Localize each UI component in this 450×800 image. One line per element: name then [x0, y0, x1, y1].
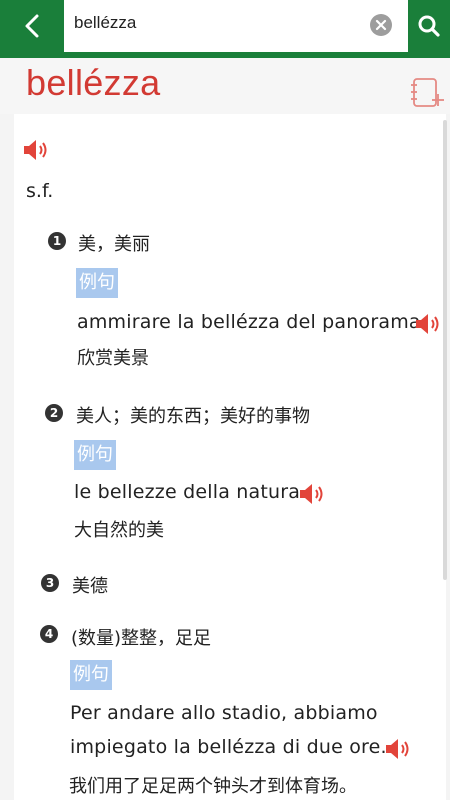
example-translation: 大自然的美 — [74, 520, 164, 541]
example-italian-line2: impiegato la bellézza di due ore. — [70, 736, 387, 758]
example-label: 例句 — [76, 268, 118, 298]
clear-search-button[interactable] — [370, 14, 392, 36]
speaker-icon — [300, 484, 323, 504]
sense-number: 1 — [48, 232, 66, 250]
example-label: 例句 — [70, 660, 112, 690]
example-translation: 欣赏美景 — [77, 348, 149, 369]
search-box — [64, 0, 408, 52]
add-to-notebook-icon — [411, 78, 444, 107]
top-bar — [0, 0, 450, 58]
sense-number: 4 — [40, 625, 58, 643]
example-label: 例句 — [74, 440, 116, 470]
sense-number: 3 — [41, 574, 59, 592]
search-input[interactable] — [74, 0, 364, 46]
sense-meaning: 美，美丽 — [78, 234, 150, 255]
part-of-speech: s.f. — [26, 180, 54, 202]
example-translation: 我们用了足足两个钟头才到体育场。 — [69, 776, 357, 797]
back-button[interactable] — [0, 0, 64, 52]
add-to-notebook-button[interactable] — [410, 76, 446, 110]
speaker-icon — [416, 314, 439, 334]
sense-meaning: (数量)整整，足足 — [71, 628, 212, 649]
search-button[interactable] — [408, 0, 450, 52]
scrollbar[interactable] — [443, 120, 447, 580]
example-audio-button[interactable] — [414, 312, 442, 340]
sense-meaning: 美人；美的东西；美好的事物 — [76, 406, 310, 427]
example-italian-line1: Per andare allo stadio, abbiamo — [70, 702, 378, 724]
speaker-icon — [24, 140, 47, 160]
close-icon — [375, 19, 387, 31]
example-audio-button[interactable] — [384, 737, 412, 765]
headword-audio-button[interactable] — [22, 138, 50, 166]
sense-number: 2 — [45, 404, 63, 422]
sense-meaning: 美德 — [72, 576, 108, 597]
headword: bellézza — [26, 62, 161, 103]
speaker-icon — [386, 739, 409, 759]
back-arrow-icon — [25, 14, 39, 38]
headword-row: bellézza — [0, 58, 450, 114]
example-audio-button[interactable] — [298, 482, 326, 510]
example-italian: le bellezze della natura — [74, 481, 301, 503]
example-italian: ammirare la bellézza del panorama — [77, 311, 421, 333]
search-icon — [418, 15, 440, 37]
